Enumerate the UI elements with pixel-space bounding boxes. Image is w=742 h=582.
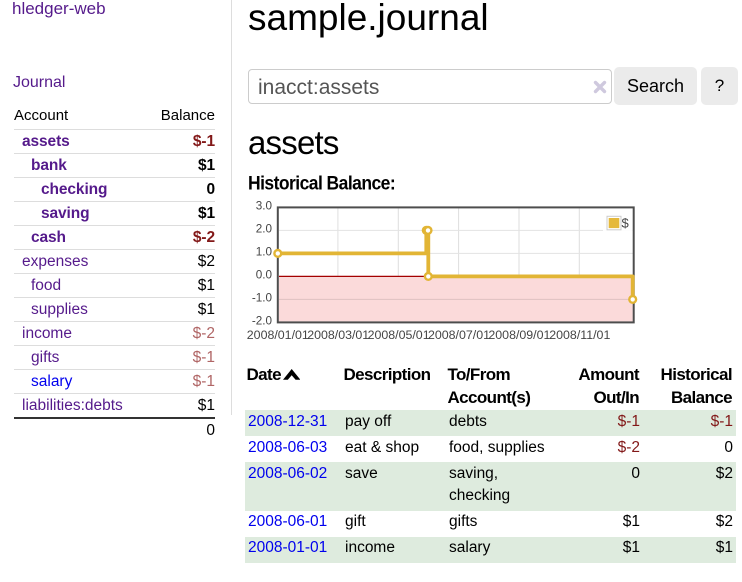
- svg-text:2008/07/01: 2008/07/01: [428, 328, 490, 342]
- svg-text:0.0: 0.0: [256, 268, 273, 281]
- svg-text:2008/03/01: 2008/03/01: [307, 328, 369, 342]
- svg-text:-2.0: -2.0: [252, 314, 273, 327]
- svg-text:$: $: [622, 216, 630, 231]
- svg-text:2.0: 2.0: [256, 222, 273, 235]
- svg-text:2008/01/01: 2008/01/01: [247, 328, 309, 342]
- svg-text:2008/05/01: 2008/05/01: [368, 328, 430, 342]
- svg-text:-1.0: -1.0: [252, 291, 273, 304]
- svg-text:2008/11/01: 2008/11/01: [549, 328, 610, 342]
- svg-text:1.0: 1.0: [256, 245, 273, 258]
- svg-text:2008/09/01: 2008/09/01: [488, 328, 550, 342]
- svg-text:3.0: 3.0: [256, 199, 273, 212]
